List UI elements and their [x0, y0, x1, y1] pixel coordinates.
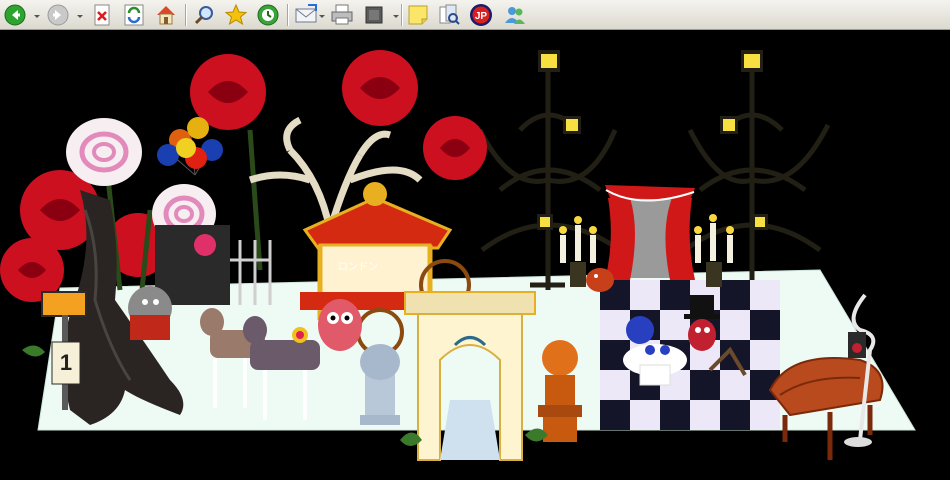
checker-tile [600, 370, 630, 400]
gray-character [128, 286, 172, 340]
home-button[interactable] [154, 3, 178, 27]
refresh-icon [124, 4, 144, 26]
checker-tile [660, 280, 690, 310]
stop-icon [94, 4, 110, 26]
checker-tile [630, 400, 660, 430]
edit-page-icon [365, 6, 383, 24]
forward-button[interactable] [46, 3, 70, 27]
mail-button[interactable] [294, 3, 318, 27]
mail-icon [295, 4, 317, 23]
refresh-button[interactable] [122, 3, 146, 27]
checker-tile [630, 280, 660, 310]
checker-tile [750, 310, 780, 340]
checker-tile [750, 280, 780, 310]
checker-tile [690, 400, 720, 430]
stop-button[interactable] [90, 3, 114, 27]
back-dropdown-icon[interactable] [33, 12, 41, 20]
research-button[interactable] [437, 3, 461, 27]
history-button[interactable] [256, 3, 280, 27]
edit-dropdown-icon[interactable] [392, 12, 400, 20]
checker-tile [690, 370, 720, 400]
blue-statue [360, 344, 400, 425]
sticky-note-icon [408, 5, 428, 25]
search-button[interactable] [192, 3, 216, 27]
game-room-scene: 1 ロンドン [0, 30, 950, 480]
checker-tile [720, 400, 750, 430]
back-arrow-icon [4, 4, 26, 26]
owl-driver [318, 299, 362, 351]
checker-tile [750, 400, 780, 430]
sign-number: 1 [60, 350, 72, 375]
edit-button[interactable] [362, 3, 386, 27]
printer-icon [331, 4, 353, 25]
red-curtain-stage [605, 185, 695, 280]
forward-arrow-icon [47, 4, 69, 26]
checker-tile [720, 280, 750, 310]
star-icon [224, 3, 248, 26]
checker-tile [600, 400, 630, 430]
history-icon [257, 4, 279, 26]
print-button[interactable] [330, 3, 354, 27]
checker-tile [750, 340, 780, 370]
home-icon [157, 6, 175, 25]
note-button[interactable] [406, 3, 430, 27]
browser-toolbar: JP [0, 0, 950, 30]
jp-addon-icon: JP [470, 4, 492, 26]
red-creature [586, 268, 614, 292]
checker-tile [720, 310, 750, 340]
messenger-icon [505, 7, 525, 24]
carriage-label: ロンドン [338, 262, 378, 273]
addon-button[interactable]: JP [469, 3, 493, 27]
checker-tile [660, 400, 690, 430]
checker-tile [600, 310, 630, 340]
mail-dropdown-icon[interactable] [318, 12, 326, 20]
search-icon [194, 6, 213, 25]
addon-badge-text: JP [475, 11, 488, 22]
favorites-button[interactable] [224, 3, 248, 27]
back-button[interactable] [3, 3, 27, 27]
research-icon [439, 4, 460, 25]
messenger-button[interactable] [503, 3, 527, 27]
forward-dropdown-icon[interactable] [76, 12, 84, 20]
